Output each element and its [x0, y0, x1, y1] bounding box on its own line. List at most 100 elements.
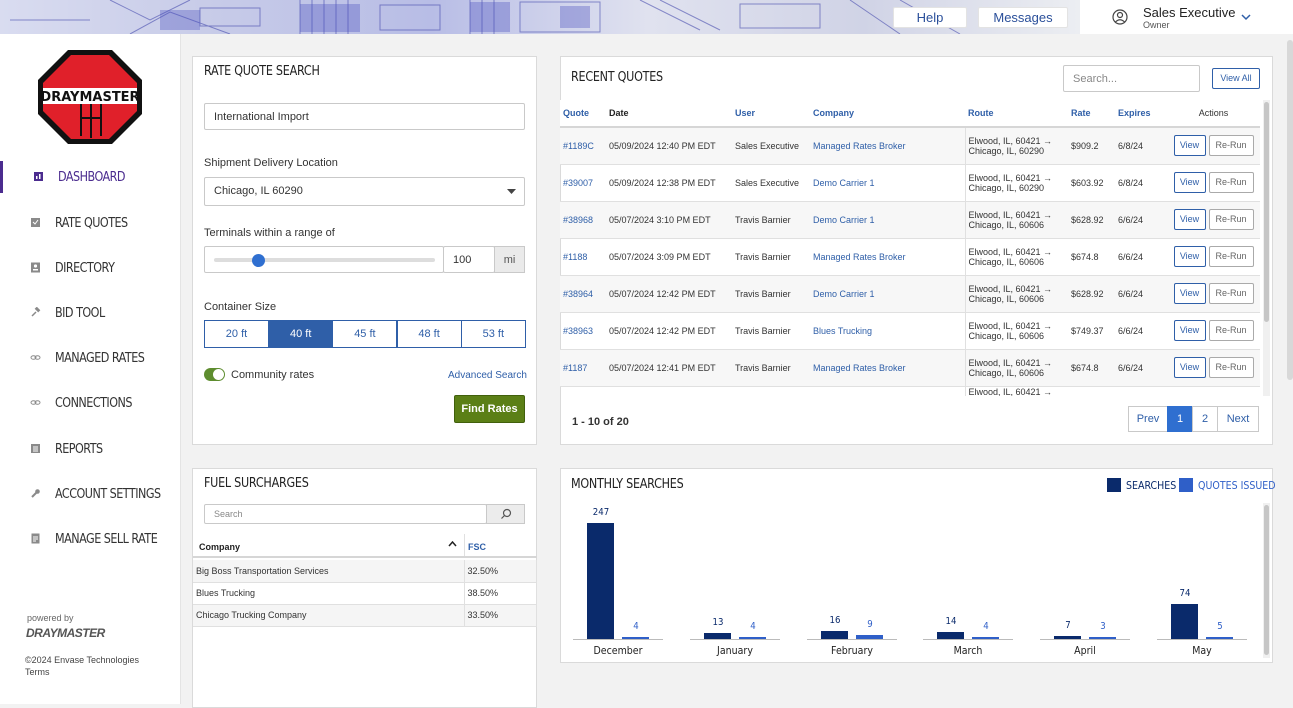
page-1-button[interactable]: 1	[1167, 406, 1193, 432]
bar-searches-february[interactable]	[820, 631, 848, 639]
sidebar-item-rate-quotes[interactable]: RATE QUOTES	[0, 207, 181, 239]
next-page-button[interactable]: Next	[1217, 406, 1259, 432]
fuel-search-input[interactable]: Search	[204, 504, 487, 524]
fuel-col-company[interactable]: Company	[199, 542, 240, 552]
view-button[interactable]: View	[1173, 320, 1206, 341]
quote-id[interactable]: #38963	[560, 312, 606, 350]
quote-company[interactable]: Demo Carrier 1	[810, 201, 965, 239]
table-row[interactable]: #1188 05/07/2024 3:09 PM EDT Travis Barnie…	[560, 238, 1260, 276]
bar-quotes-february[interactable]	[855, 634, 883, 639]
quote-id[interactable]: #38964	[560, 275, 606, 313]
rerun-button[interactable]: Re-Run	[1208, 283, 1254, 304]
fuel-col-fsc[interactable]: FSC	[468, 542, 486, 552]
view-button[interactable]: View	[1173, 135, 1206, 157]
prev-page-button[interactable]: Prev	[1128, 406, 1168, 432]
container-size-48ft[interactable]: 48 ft	[396, 320, 462, 348]
chevron-down-icon[interactable]	[1241, 13, 1251, 21]
sidebar-item-account-settings[interactable]: ACCOUNT SETTINGS	[0, 478, 181, 510]
sidebar-item-connections[interactable]: CONNECTIONS	[0, 387, 181, 419]
delivery-location-select[interactable]: Chicago, IL 60290	[204, 177, 525, 206]
quote-id[interactable]: #1188	[560, 238, 606, 276]
find-rates-button[interactable]: Find Rates	[454, 395, 525, 423]
quote-id[interactable]: #1187	[560, 349, 606, 387]
quote-company[interactable]: Managed Rates Broker	[810, 127, 965, 165]
col-date[interactable]: Date	[606, 100, 732, 128]
container-size-20ft[interactable]: 20 ft	[204, 320, 269, 348]
view-all-button[interactable]: View All	[1212, 68, 1260, 89]
bar-quotes-april[interactable]	[1089, 637, 1117, 639]
bar-quotes-december[interactable]	[622, 637, 649, 639]
range-value-input[interactable]: 100	[443, 246, 495, 273]
table-row[interactable]: #38968 05/07/2024 3:10 PM EDT Travis Barni…	[560, 201, 1260, 239]
bar-searches-december[interactable]	[587, 523, 614, 639]
user-menu[interactable]: Sales Executive Owner	[1110, 4, 1290, 32]
shipment-type-input[interactable]: International Import	[204, 103, 525, 130]
table-row[interactable]: #1187 05/07/2024 12:41 PM EDT Travis Barni…	[560, 349, 1260, 387]
quote-id[interactable]: #1189C	[560, 127, 606, 165]
sidebar-item-manage-sell-rate[interactable]: MANAGE SELL RATE	[0, 523, 181, 555]
table-row[interactable]: #39007 05/09/2024 12:38 PM EDT Sales Execu…	[560, 164, 1260, 202]
sidebar-item-managed-rates[interactable]: MANAGED RATES	[0, 342, 181, 374]
col-expires[interactable]: Expires	[1115, 100, 1164, 128]
bar-searches-april[interactable]	[1054, 635, 1082, 639]
bar-quotes-march[interactable]	[972, 637, 1000, 639]
col-user[interactable]: User	[732, 100, 810, 128]
page-scrollbar[interactable]	[1287, 40, 1293, 380]
container-size-40ft[interactable]: 40 ft	[268, 320, 334, 348]
bar-quotes-january[interactable]	[738, 637, 766, 639]
view-button[interactable]: View	[1173, 172, 1206, 193]
col-rate[interactable]: Rate	[1068, 100, 1115, 128]
rerun-button[interactable]: Re-Run	[1208, 246, 1254, 267]
messages-button[interactable]: Messages	[978, 7, 1068, 28]
rerun-button[interactable]: Re-Run	[1208, 172, 1254, 193]
bar-searches-january[interactable]	[703, 632, 731, 639]
rerun-button[interactable]: Re-Run	[1208, 209, 1254, 230]
page-2-button[interactable]: 2	[1192, 406, 1218, 432]
rerun-button[interactable]: Re-Run	[1208, 357, 1254, 378]
bar-searches-march[interactable]	[937, 632, 965, 639]
col-quote[interactable]: Quote	[560, 100, 606, 128]
quote-company[interactable]: Managed Rates Broker	[810, 238, 965, 276]
table-row[interactable]: #38964 05/07/2024 12:42 PM EDT Travis Barn…	[560, 275, 1260, 313]
table-row[interactable]: Chicago Trucking Company 33.50%	[193, 604, 537, 627]
table-row[interactable]: Blues Trucking 38.50%	[193, 582, 537, 605]
view-button[interactable]: View	[1173, 246, 1206, 267]
help-button[interactable]: Help	[893, 7, 967, 28]
table-row[interactable]: Elwood, IL, 60421 →	[560, 386, 1260, 396]
sidebar-item-dashboard[interactable]: DASHBOARD	[0, 161, 181, 193]
range-slider[interactable]	[204, 246, 444, 273]
rerun-button[interactable]: Re-Run	[1208, 135, 1254, 157]
table-row[interactable]: #38963 05/07/2024 12:42 PM EDT Travis Barn…	[560, 312, 1260, 350]
view-button[interactable]: View	[1173, 283, 1206, 304]
rerun-button[interactable]: Re-Run	[1208, 320, 1254, 341]
quote-company[interactable]: Demo Carrier 1	[810, 164, 965, 202]
sidebar-item-directory[interactable]: DIRECTORY	[0, 252, 181, 284]
quote-id[interactable]: #39007	[560, 164, 606, 202]
quote-company[interactable]: Managed Rates Broker	[810, 349, 965, 387]
bar-quotes-may[interactable]	[1206, 636, 1233, 639]
draymaster-logo[interactable]: DRAYMASTER	[36, 48, 144, 146]
chart-scrollbar[interactable]	[1263, 503, 1270, 658]
slider-thumb[interactable]	[252, 254, 266, 267]
col-actions[interactable]: Actions	[1164, 100, 1260, 128]
quote-company[interactable]: Demo Carrier 1	[810, 275, 965, 313]
quote-id[interactable]: #38968	[560, 201, 606, 239]
col-company[interactable]: Company	[810, 100, 965, 128]
view-button[interactable]: View	[1173, 209, 1206, 230]
sort-up-icon[interactable]	[448, 541, 457, 547]
sidebar-item-bid-tool[interactable]: BID TOOL	[0, 297, 181, 329]
container-size-53ft[interactable]: 53 ft	[460, 320, 526, 348]
terms-link[interactable]: Terms	[25, 667, 50, 677]
table-row[interactable]: Big Boss Transportation Services 32.50%	[193, 560, 537, 583]
quotes-search-input[interactable]: Search...	[1063, 65, 1200, 92]
col-route[interactable]: Route	[965, 100, 1068, 128]
quote-company[interactable]: Blues Trucking	[810, 312, 965, 350]
quotes-scrollbar[interactable]	[1263, 100, 1270, 396]
sidebar-item-reports[interactable]: REPORTS	[0, 433, 181, 465]
fuel-search-button[interactable]	[486, 504, 525, 524]
view-button[interactable]: View	[1173, 357, 1206, 378]
container-size-45ft[interactable]: 45 ft	[332, 320, 398, 348]
table-row[interactable]: #1189C 05/09/2024 12:40 PM EDT Sales Execu…	[560, 127, 1260, 165]
community-rates-toggle[interactable]	[204, 368, 225, 381]
advanced-search-link[interactable]: Advanced Search	[448, 370, 527, 381]
